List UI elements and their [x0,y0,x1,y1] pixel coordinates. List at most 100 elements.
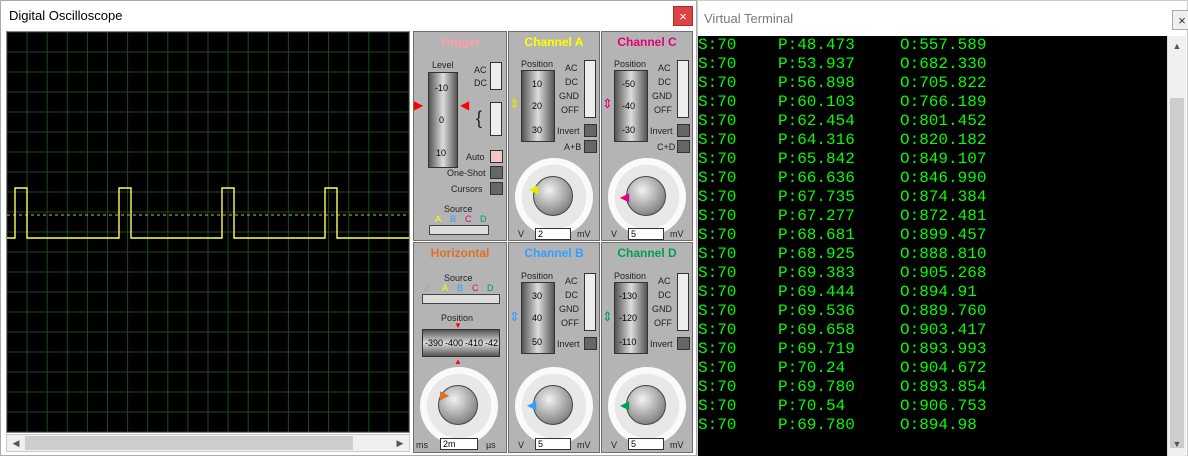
horizontal-time-value[interactable]: 2m [440,438,478,450]
channel-a-volts-value[interactable]: 2 [535,228,571,240]
trigger-level-drum[interactable]: -10 0 10 [428,72,458,168]
horizontal-position-drum[interactable]: -390 -400 -410 -42 [422,329,500,357]
channel-a-volts-div-dial[interactable] [515,158,593,236]
trigger-source-slider[interactable] [429,225,489,235]
channel-d-scale-tick: -130 [619,291,638,301]
terminal-p-value: P:56.898 [778,74,855,92]
channel-d-coupling-switch[interactable] [677,273,689,331]
channel-c-position-label: Position [614,59,647,69]
channel-c-panel: Channel C Position -50 -40 -30 ⇕ AC DC G… [601,31,693,241]
terminal-p-value: P:68.925 [778,245,855,263]
oscilloscope-title: Digital Oscilloscope [9,8,123,23]
trigger-edge-switch[interactable] [490,102,502,136]
trigger-ac-label: AC [474,65,487,75]
terminal-o-value: O:904.672 [900,359,987,377]
channel-a-invert-button[interactable] [584,124,597,137]
trigger-edge-icon: { [476,108,483,128]
terminal-title: Virtual Terminal [704,11,794,26]
channel-a-ac-label: AC [565,63,578,73]
channel-a-aplusb-label: A+B [564,142,582,152]
horizontal-source-slider[interactable] [422,294,500,304]
terminal-p-value: P:66.636 [778,169,855,187]
channel-c-dc-label: DC [658,77,671,87]
channel-b-position-drum[interactable]: 30 40 50 [521,282,555,354]
oscilloscope-titlebar[interactable]: Digital Oscilloscope × [1,1,696,31]
trigger-auto-button[interactable] [490,150,503,163]
scrollbar-thumb[interactable] [25,436,353,450]
channel-d-knob[interactable] [626,385,666,425]
scroll-left-arrow-icon[interactable]: ◀ [8,435,24,451]
scroll-down-arrow-icon[interactable]: ▼ [1169,436,1185,452]
horizontal-ramp-icon: ⟋ [424,283,431,293]
scroll-right-arrow-icon[interactable]: ▶ [392,435,408,451]
terminal-o-value: O:889.760 [900,302,987,320]
channel-a-dc-label: DC [565,77,578,87]
channel-c-coupling-switch[interactable] [677,60,689,118]
channel-a-position-drum[interactable]: 10 20 30 [521,70,555,142]
channel-c-volts-value[interactable]: 5 [628,228,664,240]
terminal-o-value: O:893.854 [900,378,987,396]
channel-b-coupling-switch[interactable] [584,273,596,331]
scope-display [6,31,410,433]
terminal-scrollbar-thumb[interactable] [1170,98,1184,448]
trigger-scale-tick: -10 [435,83,449,93]
channel-c-unit-v: V [611,229,618,239]
channel-d-gnd-label: GND [652,304,672,314]
channel-c-position-drum[interactable]: -50 -40 -30 [614,70,648,142]
terminal-o-value: O:894.91 [900,283,977,301]
horizontal-knob-pointer-icon: ▶ [440,388,450,402]
terminal-vertical-scrollbar[interactable]: ▲ ▼ [1167,36,1186,456]
terminal-s-value: S:70 [698,397,737,415]
channel-c-knob[interactable] [626,176,666,216]
channel-b-unit-mv: mV [577,440,591,450]
channel-c-scale-tick: -30 [622,125,636,135]
channel-b-invert-button[interactable] [584,337,597,350]
terminal-o-value: O:820.182 [900,131,987,149]
channel-d-position-drum[interactable]: -130 -120 -110 [614,282,648,354]
channel-d-invert-button[interactable] [677,337,690,350]
terminal-close-button[interactable]: × [1172,10,1188,30]
terminal-p-value: P:65.842 [778,150,855,168]
terminal-p-value: P:69.383 [778,264,855,282]
channel-b-off-label: OFF [561,318,579,328]
terminal-p-value: P:69.444 [778,283,855,301]
channel-c-off-label: OFF [654,105,672,115]
terminal-output[interactable]: S:70 P:48.473 O:557.589 S:70 P:53.937 O:682.3… [698,36,1167,456]
terminal-s-value: S:70 [698,321,737,339]
trigger-oneshot-button[interactable] [490,166,503,179]
terminal-s-value: S:70 [698,55,737,73]
terminal-p-value: P:70.54 [778,397,846,415]
channel-b-volts-value[interactable]: 5 [535,438,571,450]
terminal-s-value: S:70 [698,283,737,301]
terminal-s-value: S:70 [698,169,737,187]
channel-c-knob-pointer-icon: ◀ [620,190,630,204]
horizontal-scrollbar[interactable]: ◀ ▶ [6,434,410,452]
channel-c-invert-button[interactable] [677,124,690,137]
channel-a-aplusb-button[interactable] [584,140,597,153]
horizontal-time-div-dial[interactable] [420,367,498,445]
channel-c-cplusd-button[interactable] [677,140,690,153]
channel-a-knob[interactable] [533,176,573,216]
oscilloscope-close-button[interactable]: × [673,6,693,26]
trigger-coupling-switch[interactable] [490,62,502,90]
channel-d-panel: Channel D Position -130 -120 -110 ⇕ AC D… [601,242,693,453]
trigger-scale-tick: 10 [436,148,447,158]
scope-screen [6,31,410,433]
channel-a-coupling-switch[interactable] [584,60,596,118]
terminal-p-value: P:69.658 [778,321,855,339]
channel-a-scale-tick: 10 [532,79,543,89]
scope-grid [6,31,410,433]
terminal-s-value: S:70 [698,150,737,168]
terminal-titlebar[interactable]: Virtual Terminal × [698,1,1188,36]
terminal-p-value: P:48.473 [778,36,855,54]
horizontal-panel: Horizontal Source ⟋ A B C D Position ▼ -… [413,242,507,453]
trigger-oneshot-label: One-Shot [447,168,486,178]
channel-d-invert-label: Invert [650,339,673,349]
horizontal-title: Horizontal [430,246,490,260]
scroll-up-arrow-icon[interactable]: ▲ [1169,38,1185,54]
channel-b-scale-tick: 40 [532,313,543,323]
channel-b-knob[interactable] [533,385,573,425]
channel-d-volts-value[interactable]: 5 [628,438,664,450]
trigger-source-c: C [465,214,472,224]
trigger-cursors-button[interactable] [490,182,503,195]
